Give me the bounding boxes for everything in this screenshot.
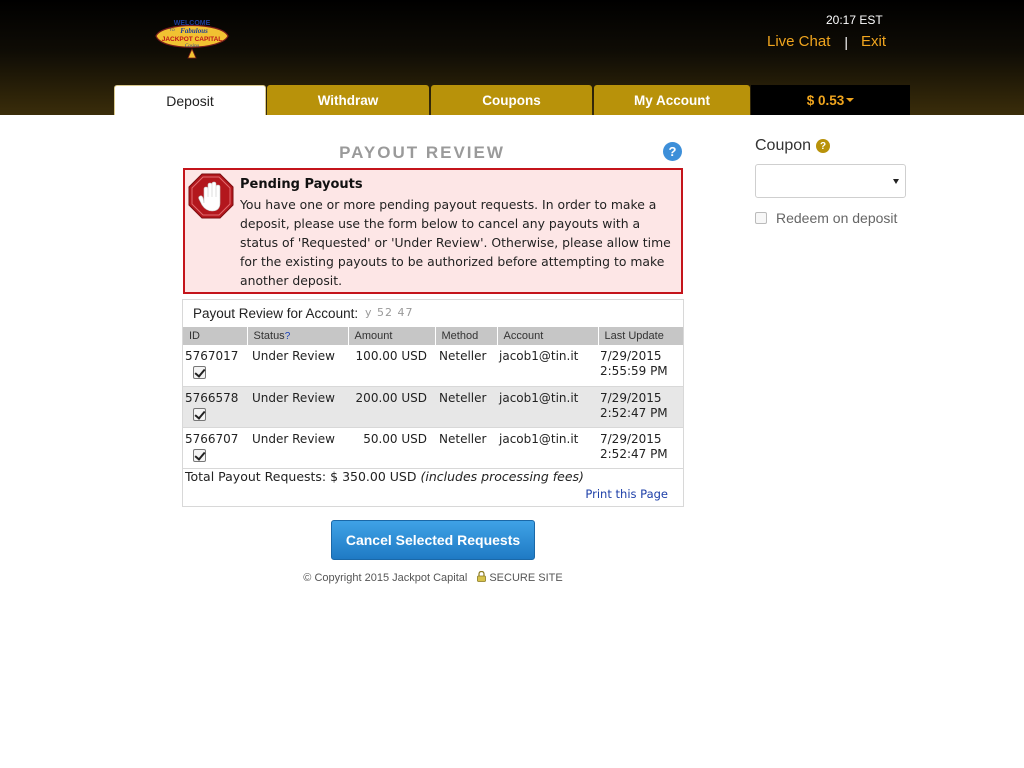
update-time: 2:55:59 PM [600, 364, 668, 378]
cell-method: Neteller [435, 386, 497, 428]
site-header: WELCOME TO Fabulous JACKPOT CAPITAL Casi… [0, 0, 1024, 115]
tab-my-account[interactable]: My Account [594, 85, 750, 115]
stop-hand-icon [188, 173, 234, 219]
copyright-text: © Copyright 2015 Jackpot Capital [303, 572, 468, 584]
cell-status: Under Review [247, 386, 348, 428]
balance-dropdown[interactable]: $ 0.53 [751, 85, 910, 115]
svg-text:JACKPOT CAPITAL: JACKPOT CAPITAL [162, 36, 223, 43]
cell-method: Neteller [435, 345, 497, 387]
cell-id: 5766578 [183, 386, 247, 428]
payout-id: 5767017 [185, 349, 239, 363]
tab-coupons-label: Coupons [482, 92, 541, 108]
status-help-link[interactable]: ? [285, 331, 291, 342]
update-time: 2:52:47 PM [600, 405, 668, 420]
cell-method: Neteller [435, 427, 497, 469]
col-header-status: Status? [247, 327, 349, 345]
col-header-account: Account [497, 327, 599, 345]
table-row: 5766578 Under Review 200.00 USD Neteller… [183, 386, 683, 428]
redeem-label: Redeem on deposit [776, 210, 898, 226]
payout-table: ID Status? Amount Method Account Last Up… [183, 327, 683, 469]
table-row: 5767017 Under Review 100.00 USD Neteller… [183, 345, 683, 387]
cell-amount: 50.00 USD [348, 427, 435, 469]
pending-payouts-alert: Pending Payouts You have one or more pen… [183, 168, 683, 294]
col-header-method: Method [435, 327, 498, 345]
coupon-label-text: Coupon [755, 137, 812, 154]
cell-account: jacob1@tin.it [497, 427, 598, 469]
payout-review-panel: Payout Review for Account: y 52 47 ID St… [182, 299, 684, 507]
help-icon[interactable]: ? [663, 142, 682, 161]
svg-text:TO: TO [169, 27, 174, 32]
tab-my-account-label: My Account [633, 92, 710, 108]
cell-status: Under Review [247, 345, 348, 387]
coupon-help-icon[interactable]: ? [816, 139, 831, 153]
table-header-row: ID Status? Amount Method Account Last Up… [183, 327, 683, 345]
select-checkbox[interactable] [193, 366, 206, 379]
select-checkbox[interactable] [193, 448, 206, 462]
select-checkbox[interactable] [193, 407, 206, 421]
account-label: Payout Review for Account: [193, 306, 359, 321]
balance-value: $ 0.53 [806, 92, 845, 108]
redeem-on-deposit-checkbox[interactable] [755, 212, 767, 224]
update-time: 2:52:47 PM [600, 446, 668, 461]
svg-text:Fabulous: Fabulous [180, 27, 208, 35]
total-label: Total Payout Requests: [185, 469, 327, 484]
cell-id: 5766707 [183, 427, 247, 469]
cell-last-update: 7/29/2015 2:55:59 PM [598, 345, 683, 387]
coupon-select[interactable] [755, 164, 906, 198]
live-chat-link[interactable]: Live Chat [767, 33, 830, 50]
cell-id: 5767017 [183, 345, 247, 387]
jackpot-capital-logo[interactable]: WELCOME TO Fabulous JACKPOT CAPITAL Casi… [152, 14, 232, 60]
cell-status: Under Review [247, 427, 348, 469]
clock: 20:17 EST [826, 13, 883, 27]
page-title: PAYOUT REVIEW [339, 143, 505, 162]
secure-site-text: SECURE SITE [489, 572, 563, 584]
payout-id: 5766707 [185, 431, 239, 446]
tab-coupons[interactable]: Coupons [431, 85, 592, 115]
total-payout-requests: Total Payout Requests: $ 350.00 USD (inc… [185, 469, 584, 484]
coupon-label: Coupon ? [755, 137, 831, 155]
col-header-amount: Amount [348, 327, 436, 345]
cell-amount: 100.00 USD [348, 345, 435, 387]
table-row: 5766707 Under Review 50.00 USD Neteller … [183, 427, 683, 469]
tab-withdraw-label: Withdraw [317, 92, 379, 108]
update-date: 7/29/2015 [600, 349, 662, 363]
update-date: 7/29/2015 [600, 431, 662, 446]
payout-id: 5766578 [185, 390, 239, 405]
exit-link[interactable]: Exit [861, 33, 886, 50]
cancel-selected-requests-button[interactable]: Cancel Selected Requests [331, 520, 535, 560]
top-links: Live Chat | Exit [767, 33, 886, 50]
tab-deposit-label: Deposit [166, 92, 214, 109]
print-page-link[interactable]: Print this Page [585, 487, 668, 501]
total-value: $ 350.00 USD [330, 469, 417, 484]
cell-account: jacob1@tin.it [497, 345, 598, 387]
caret-down-icon [846, 98, 855, 102]
alert-text: You have one or more pending payout requ… [240, 197, 671, 288]
cell-account: jacob1@tin.it [497, 386, 598, 428]
footer: © Copyright 2015 Jackpot Capital SECURE … [182, 570, 684, 584]
tab-withdraw[interactable]: Withdraw [267, 85, 429, 115]
col-header-id: ID [183, 327, 248, 345]
cell-last-update: 7/29/2015 2:52:47 PM [598, 386, 683, 428]
col-header-status-label: Status [253, 330, 285, 342]
cell-amount: 200.00 USD [348, 386, 435, 428]
total-note: (includes processing fees) [420, 469, 584, 484]
tab-deposit[interactable]: Deposit [114, 85, 266, 115]
lock-icon [477, 570, 487, 582]
caret-down-icon [893, 179, 899, 184]
cell-last-update: 7/29/2015 2:52:47 PM [598, 427, 683, 469]
link-separator: | [844, 33, 849, 50]
svg-text:WELCOME: WELCOME [174, 20, 211, 27]
alert-title: Pending Payouts [240, 177, 363, 192]
redeem-option: Redeem on deposit [755, 210, 897, 226]
account-value: y 52 47 [365, 306, 414, 319]
update-date: 7/29/2015 [600, 390, 662, 405]
svg-text:Casino: Casino [185, 44, 200, 49]
col-header-last-update: Last Update [598, 327, 683, 345]
